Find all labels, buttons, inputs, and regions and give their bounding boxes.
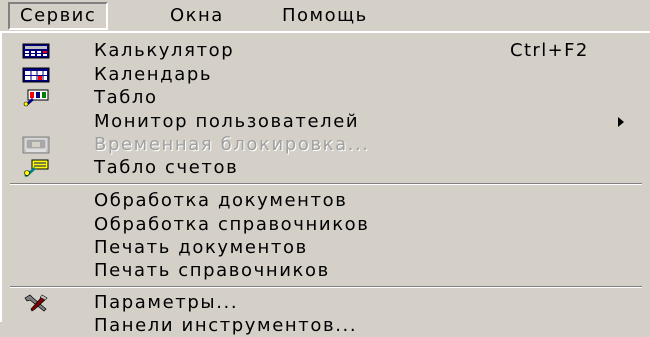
menu-separator <box>10 286 642 288</box>
menu-item-print-documents[interactable]: Печать документов <box>2 237 648 259</box>
scoreboard-icon <box>23 89 49 107</box>
menu-item-label: Калькулятор <box>94 40 235 61</box>
tools-icon <box>24 294 48 312</box>
lock-screen-icon <box>22 136 50 154</box>
menu-item-calculator[interactable]: Калькулятор Ctrl+F2 <box>2 40 648 62</box>
menu-item-label: Табло <box>94 87 158 108</box>
menu-item-process-references[interactable]: Обработка справочников <box>2 214 648 236</box>
menu-item-toolbars[interactable]: Панели инструментов... <box>2 315 648 337</box>
menu-item-label: Временная блокировка... <box>94 134 370 155</box>
menu-item-temporary-lock: Временная блокировка... <box>2 134 648 156</box>
service-dropdown-menu: Калькулятор Ctrl+F2 Календарь Табло Мони… <box>0 31 650 336</box>
menu-item-accounts-board[interactable]: Табло счетов <box>2 157 648 179</box>
menu-separator <box>10 183 642 185</box>
menu-item-print-references[interactable]: Печать справочников <box>2 260 648 282</box>
menu-item-label: Монитор пользователей <box>94 111 360 132</box>
menu-item-calendar[interactable]: Календарь <box>2 64 648 86</box>
accounts-board-icon <box>24 159 49 177</box>
menu-item-process-documents[interactable]: Обработка документов <box>2 190 648 212</box>
menu-item-label: Календарь <box>94 64 213 85</box>
menu-windows[interactable]: Окна <box>160 2 234 30</box>
menu-item-label: Печать документов <box>94 237 308 258</box>
menu-item-parameters[interactable]: Параметры... <box>2 292 648 314</box>
menu-service[interactable]: Сервис <box>8 2 109 30</box>
calculator-icon <box>22 43 50 59</box>
menu-item-label: Панели инструментов... <box>94 315 358 336</box>
calendar-icon <box>22 67 50 83</box>
submenu-arrow-icon <box>618 117 624 127</box>
menu-item-label: Обработка документов <box>94 190 348 211</box>
menu-item-label: Печать справочников <box>94 260 330 281</box>
menu-bar: Сервис Окна Помощь <box>0 0 650 33</box>
menu-item-label: Табло счетов <box>94 157 239 178</box>
shortcut-label: Ctrl+F2 <box>510 40 589 61</box>
menu-item-user-monitor[interactable]: Монитор пользователей <box>2 111 648 133</box>
menu-help[interactable]: Помощь <box>272 2 378 30</box>
menu-item-label: Параметры... <box>94 292 239 313</box>
menu-item-label: Обработка справочников <box>94 214 370 235</box>
menu-item-scoreboard[interactable]: Табло <box>2 87 648 109</box>
